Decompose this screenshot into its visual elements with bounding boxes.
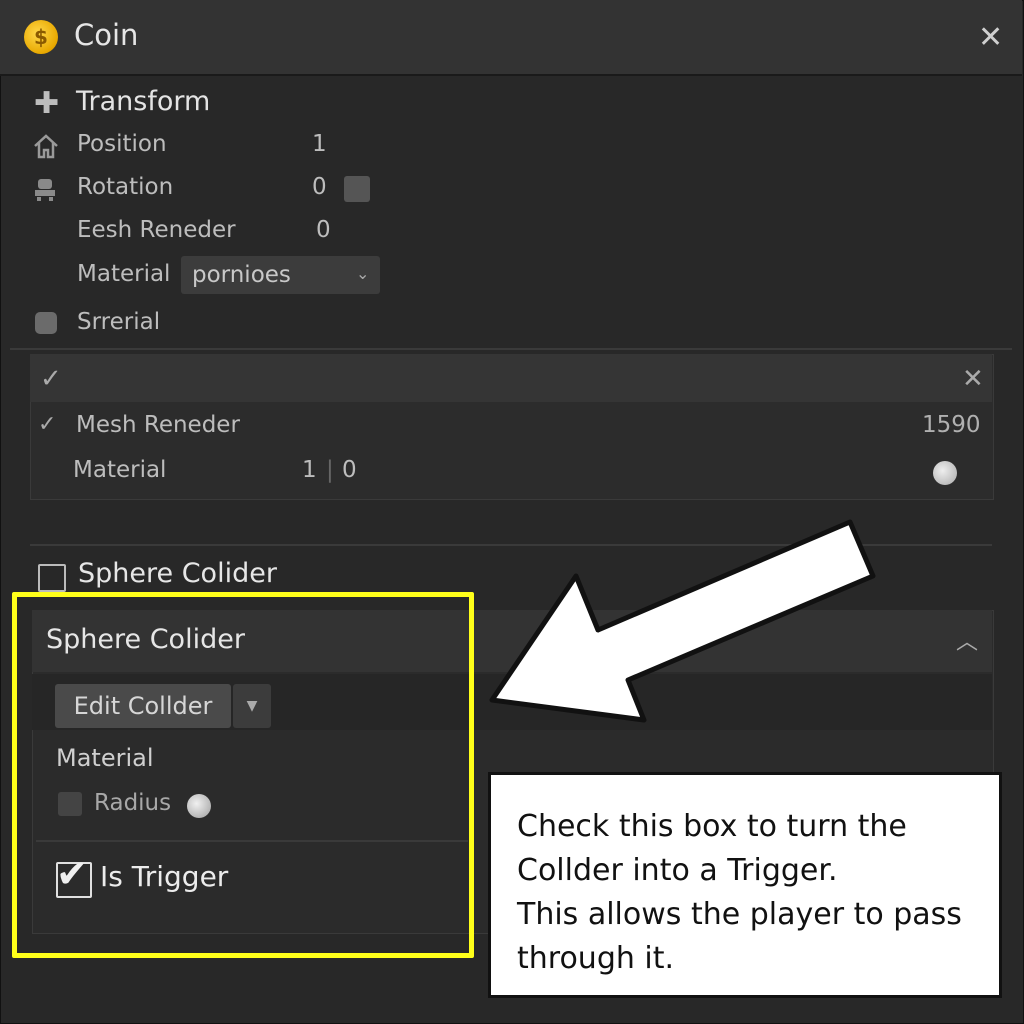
object-picker-icon[interactable] — [933, 461, 957, 485]
material-label: Material — [77, 261, 171, 287]
transform-header[interactable]: Transform — [76, 86, 210, 117]
sphere-collider-toggle-label: Sphere Colider — [78, 558, 277, 589]
rotation-icon — [35, 179, 55, 201]
srerial-label: Srrerial — [77, 309, 161, 335]
coin-icon: $ — [24, 20, 58, 54]
plus-icon[interactable]: ✚ — [34, 86, 59, 121]
close-icon[interactable]: ✕ — [978, 20, 1003, 55]
value-separator: | — [326, 457, 334, 483]
cylinder-icon — [35, 312, 57, 334]
mesh-renderer-count: 1590 — [922, 412, 981, 438]
check-icon[interactable]: ✓ — [40, 364, 62, 394]
arrow-icon — [489, 519, 876, 723]
position-label: Position — [77, 131, 167, 157]
home-icon — [34, 134, 58, 159]
callout-line: This allows the player to pass — [517, 897, 962, 932]
eesh-reneder-value[interactable]: 0 — [316, 217, 331, 243]
mesh-material-value-1[interactable]: 1 — [302, 457, 317, 483]
chevron-down-icon[interactable]: ⌄ — [356, 264, 369, 283]
title-bar — [0, 0, 1022, 76]
rotation-value[interactable]: 0 — [312, 174, 327, 200]
chevron-up-icon[interactable]: ︿ — [956, 624, 978, 656]
position-value[interactable]: 1 — [312, 131, 327, 157]
check-icon[interactable]: ✓ — [38, 412, 56, 437]
rotation-swatch[interactable] — [344, 176, 370, 202]
divider — [10, 348, 1012, 350]
mesh-renderer-header — [30, 354, 992, 402]
close-icon[interactable]: ✕ — [962, 364, 984, 394]
highlight-box — [12, 592, 474, 958]
material-dropdown-value[interactable]: pornioes — [192, 262, 291, 288]
callout-line: through it. — [517, 941, 675, 976]
instruction-callout: Check this box to turn the Collder into … — [488, 772, 1002, 998]
callout-line: Check this box to turn the — [517, 809, 907, 844]
rotation-label: Rotation — [77, 174, 174, 200]
mesh-renderer-label: Mesh Reneder — [76, 412, 240, 438]
window-title: Coin — [74, 18, 139, 52]
eesh-reneder-label: Eesh Reneder — [77, 217, 236, 243]
callout-line: Collder into a Trigger. — [517, 853, 838, 888]
sphere-collider-checkbox[interactable] — [38, 564, 66, 592]
mesh-material-label: Material — [73, 457, 167, 483]
mesh-material-value-2[interactable]: 0 — [342, 457, 357, 483]
